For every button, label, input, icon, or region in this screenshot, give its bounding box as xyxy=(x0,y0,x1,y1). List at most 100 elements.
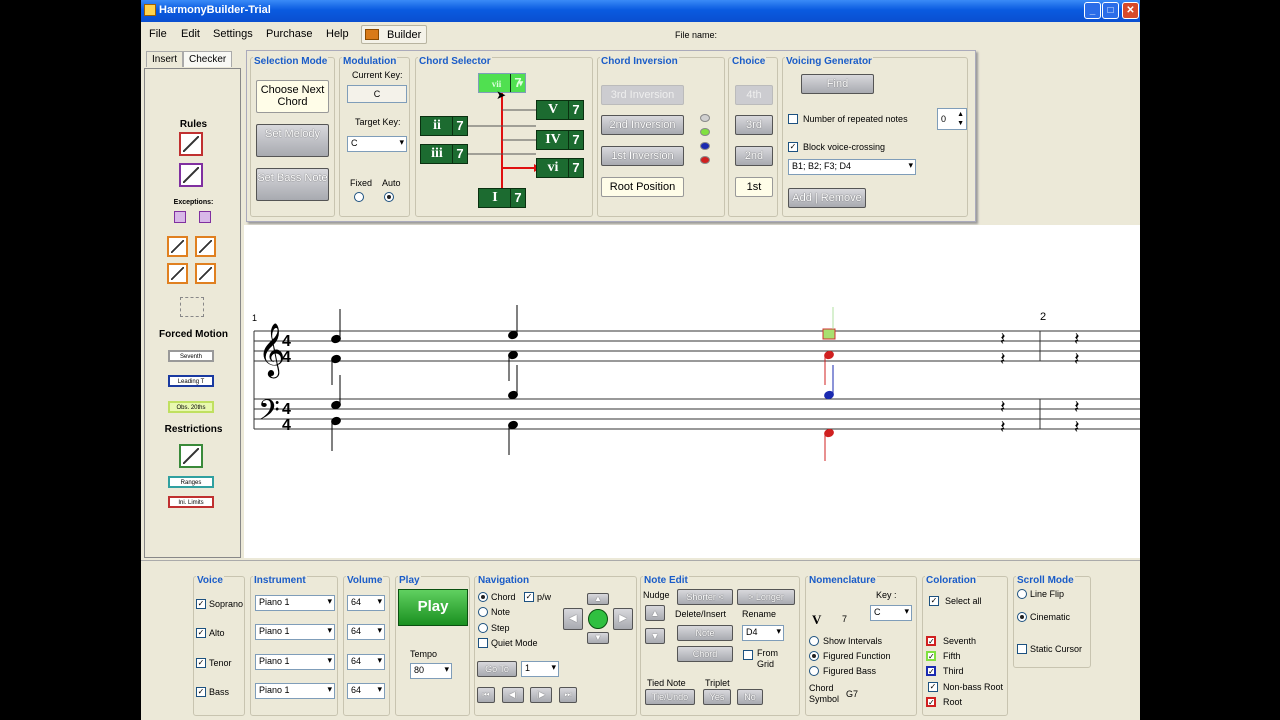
rule-crossing-icon[interactable] xyxy=(179,163,203,187)
fm-seventh-label[interactable]: Seventh xyxy=(168,350,214,362)
repeated-notes-stepper[interactable]: 0 ▲ ▼ xyxy=(937,108,967,130)
tenor-volume-select[interactable]: 64 xyxy=(347,654,385,670)
close-button[interactable]: ✕ xyxy=(1122,2,1139,19)
soprano-checkbox[interactable]: ✓ xyxy=(196,599,206,609)
choice-2nd-button[interactable]: 2nd xyxy=(735,146,773,166)
rule-parallel-icon[interactable] xyxy=(179,132,203,156)
non-bass-root-checkbox[interactable]: ✓ xyxy=(928,682,938,692)
triplet-no-button[interactable]: No xyxy=(737,689,763,705)
bass-checkbox[interactable]: ✓ xyxy=(196,687,206,697)
nav-prev-icon[interactable]: ◀| xyxy=(502,687,524,703)
fm-obs-label[interactable]: Obs. 20ths xyxy=(168,401,214,413)
choice-1st-button[interactable]: 1st xyxy=(735,177,773,197)
soprano-instrument-select[interactable]: Piano 1 xyxy=(255,595,335,611)
third-inversion-button[interactable]: 3rd Inversion xyxy=(601,85,684,105)
tenor-checkbox[interactable]: ✓ xyxy=(196,658,206,668)
block-crossing-checkbox[interactable]: ✓ xyxy=(788,142,798,152)
alto-instrument-select[interactable]: Piano 1 xyxy=(255,624,335,640)
find-button[interactable]: Find xyxy=(801,74,874,94)
nav-first-icon[interactable]: ⏮ xyxy=(477,687,495,703)
menu-file[interactable]: File xyxy=(149,28,167,40)
nudge-down-icon[interactable]: ▼ xyxy=(645,628,665,644)
builder-button[interactable]: Builder xyxy=(361,25,427,44)
fm-leading-label[interactable]: Leading T xyxy=(168,375,214,387)
restriction-pen-icon[interactable] xyxy=(179,444,203,468)
root-color-checkbox[interactable]: ✓ xyxy=(926,697,936,707)
choice-3rd-button[interactable]: 3rd xyxy=(735,115,773,135)
bass-instrument-select[interactable]: Piano 1 xyxy=(255,683,335,699)
figured-function-radio[interactable] xyxy=(809,651,819,661)
delete-insert-note-button[interactable]: Note xyxy=(677,625,733,641)
r-ranges-label[interactable]: Ranges xyxy=(168,476,214,488)
alto-checkbox[interactable]: ✓ xyxy=(196,628,206,638)
chord-IV-button[interactable]: IV 7 xyxy=(536,130,584,150)
nav-up-arrow-icon[interactable]: ▲ xyxy=(587,593,609,605)
voicing-select[interactable]: B1; B2; F3; D4 xyxy=(788,159,916,175)
root-position-button[interactable]: Root Position xyxy=(601,177,684,197)
menu-settings[interactable]: Settings xyxy=(213,28,253,40)
soprano-volume-select[interactable]: 64 xyxy=(347,595,385,611)
nav-left-arrow-icon[interactable]: ◀ xyxy=(563,608,583,630)
motion-reset-icon[interactable] xyxy=(180,297,204,317)
add-remove-button[interactable]: Add | Remove xyxy=(788,188,866,208)
exception-2-icon[interactable] xyxy=(199,211,211,223)
triplet-yes-button[interactable]: Yes xyxy=(703,689,731,705)
repeated-notes-checkbox[interactable] xyxy=(788,114,798,124)
menu-help[interactable]: Help xyxy=(326,28,349,40)
rename-select[interactable]: D4 xyxy=(742,625,784,641)
maximize-button[interactable]: □ xyxy=(1102,2,1119,19)
tab-insert[interactable]: Insert xyxy=(146,51,184,67)
nav-center-button[interactable] xyxy=(588,609,608,629)
from-grid-checkbox[interactable] xyxy=(743,650,753,660)
r-limits-label[interactable]: Ini. Limits xyxy=(168,496,214,508)
third-color-checkbox[interactable]: ✓ xyxy=(926,666,936,676)
set-melody-button[interactable]: Set Melody xyxy=(256,124,329,157)
nom-key-select[interactable]: C xyxy=(870,605,912,621)
bass-volume-select[interactable]: 64 xyxy=(347,683,385,699)
nudge-up-icon[interactable]: ▲ xyxy=(645,605,665,621)
static-cursor-checkbox[interactable] xyxy=(1017,644,1027,654)
minimize-button[interactable]: _ xyxy=(1084,2,1101,19)
select-all-checkbox[interactable]: ✓ xyxy=(929,596,939,606)
goto-button[interactable]: Go To xyxy=(477,661,517,677)
figured-bass-radio[interactable] xyxy=(809,666,819,676)
chord-ii-button[interactable]: ii 7 xyxy=(420,116,468,136)
fixed-radio[interactable] xyxy=(354,192,364,202)
motion-4-icon[interactable] xyxy=(195,263,216,284)
choose-next-chord-button[interactable]: Choose Next Chord xyxy=(256,80,329,113)
motion-2-icon[interactable] xyxy=(195,236,216,257)
auto-radio[interactable] xyxy=(384,192,394,202)
longer-button[interactable]: > Longer xyxy=(737,589,795,605)
nav-next-icon[interactable]: |▶ xyxy=(530,687,552,703)
tempo-select[interactable]: 80 xyxy=(410,663,452,679)
tenor-instrument-select[interactable]: Piano 1 xyxy=(255,654,335,670)
target-key-select[interactable]: C xyxy=(347,136,407,152)
chord-vi-button[interactable]: vi 7 xyxy=(536,158,584,178)
second-inversion-button[interactable]: 2nd Inversion xyxy=(601,115,684,135)
pw-checkbox[interactable]: ✓ xyxy=(524,592,534,602)
shorter-button[interactable]: Shorter < xyxy=(677,589,733,605)
nav-down-arrow-icon[interactable]: ▼ xyxy=(587,632,609,644)
nav-right-arrow-icon[interactable]: ▶ xyxy=(613,608,633,630)
quiet-mode-checkbox[interactable] xyxy=(478,638,488,648)
play-button[interactable]: Play xyxy=(398,589,468,626)
cinematic-radio[interactable] xyxy=(1017,612,1027,622)
nav-note-radio[interactable] xyxy=(478,607,488,617)
fifth-color-checkbox[interactable]: ✓ xyxy=(926,651,936,661)
score-area[interactable]: 𝄞 𝄢 4 4 4 4 𝄽 𝄽 𝄽 𝄽 𝄽 𝄽 𝄽 𝄽 1 2 xyxy=(244,225,1214,558)
chord-V-button[interactable]: V7 xyxy=(536,100,584,120)
chord-iii-button[interactable]: iii 7 xyxy=(420,144,468,164)
seventh-color-checkbox[interactable]: ✓ xyxy=(926,636,936,646)
first-inversion-button[interactable]: 1st Inversion xyxy=(601,146,684,166)
nav-last-icon[interactable]: ⏭ xyxy=(559,687,577,703)
line-flip-radio[interactable] xyxy=(1017,589,1027,599)
alto-volume-select[interactable]: 64 xyxy=(347,624,385,640)
nav-step-radio[interactable] xyxy=(478,623,488,633)
tie-undo-button[interactable]: Tie/Undo xyxy=(645,689,695,705)
delete-insert-chord-button[interactable]: Chord xyxy=(677,646,733,662)
motion-3-icon[interactable] xyxy=(167,263,188,284)
chord-I-button[interactable]: I7 xyxy=(478,188,526,208)
goto-select[interactable]: 1 xyxy=(521,661,559,677)
show-intervals-radio[interactable] xyxy=(809,636,819,646)
motion-1-icon[interactable] xyxy=(167,236,188,257)
